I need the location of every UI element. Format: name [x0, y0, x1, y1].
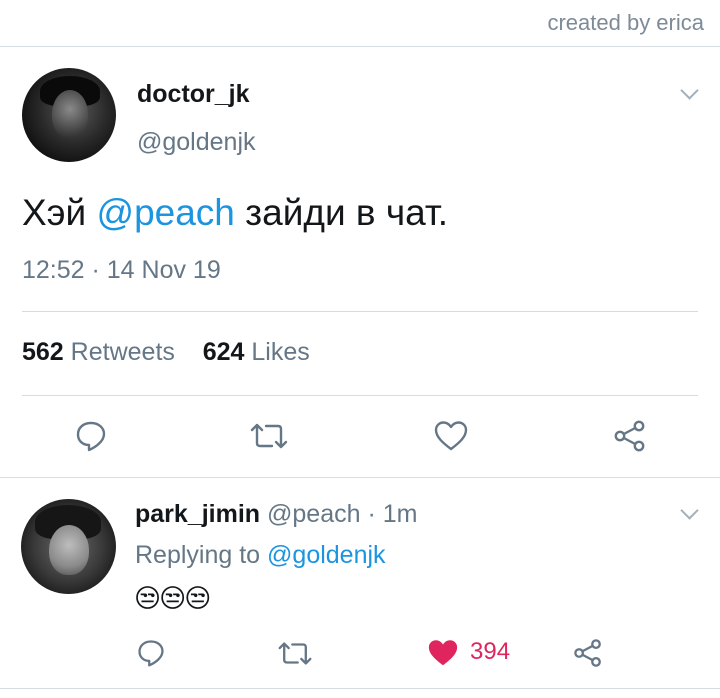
- main-display-name[interactable]: doctor_jk: [137, 80, 250, 109]
- reply-share-icon[interactable]: [572, 637, 604, 669]
- likes-count: 624: [202, 338, 245, 366]
- credit-text: created by erica: [547, 10, 704, 35]
- main-handle[interactable]: @goldenjk: [137, 128, 256, 157]
- top-divider: [0, 46, 720, 47]
- replying-to-link[interactable]: @goldenjk: [267, 541, 386, 569]
- stats-divider: [22, 395, 698, 396]
- reply-header: park_jimin @peach · 1m: [135, 500, 417, 529]
- retweet-icon[interactable]: [248, 421, 290, 451]
- tweet-text-before: Хэй: [22, 192, 97, 233]
- tweet-divider: [0, 477, 720, 478]
- retweets-count: 562: [22, 338, 64, 366]
- chevron-down-icon[interactable]: [680, 81, 699, 100]
- like-icon[interactable]: [433, 419, 469, 453]
- meta-divider: [22, 311, 698, 312]
- tweet-text-after: зайди в чат.: [234, 192, 449, 233]
- reply-reply-icon[interactable]: [136, 638, 166, 668]
- bottom-divider: [0, 688, 720, 689]
- tweet-timestamp[interactable]: 12:52 · 14 Nov 19: [22, 256, 221, 285]
- replying-to: Replying to @goldenjk: [135, 541, 386, 570]
- retweets-label: Retweets: [70, 338, 175, 366]
- reply-retweet-icon[interactable]: [276, 640, 314, 667]
- avatar-doctor-jk[interactable]: [22, 68, 116, 162]
- likes-stat[interactable]: 624 Likes: [203, 338, 310, 366]
- likes-label: Likes: [251, 338, 310, 366]
- tweet-stats: 562 Retweets 624 Likes: [22, 338, 310, 367]
- mention-link[interactable]: @peach: [97, 192, 235, 233]
- tweet-text: Хэй @peach зайди в чат.: [22, 192, 448, 234]
- avatar-park-jimin[interactable]: [21, 499, 116, 594]
- reply-icon[interactable]: [74, 419, 108, 453]
- heart-filled-icon[interactable]: [426, 637, 460, 669]
- reply-display-name[interactable]: park_jimin: [135, 500, 260, 528]
- reply-text: 😒😒😒: [134, 583, 211, 613]
- share-icon[interactable]: [612, 418, 648, 454]
- reply-chevron-down-icon[interactable]: [680, 501, 699, 520]
- retweets-stat[interactable]: 562 Retweets: [22, 338, 175, 366]
- reply-like-count[interactable]: 394: [470, 638, 510, 666]
- reply-handle[interactable]: @peach: [267, 500, 361, 528]
- reply-time[interactable]: · 1m: [367, 500, 417, 528]
- replying-prefix: Replying to: [135, 541, 261, 569]
